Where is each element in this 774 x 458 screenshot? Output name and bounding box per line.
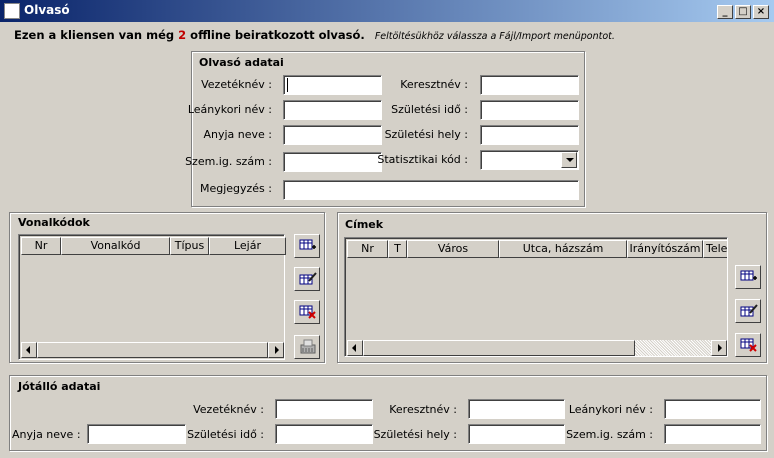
column-header-varos[interactable]: Város xyxy=(407,240,499,258)
edit-row-icon xyxy=(299,272,317,285)
vonalkod-table-body[interactable] xyxy=(21,255,284,341)
jotallo-vezeteknev-input[interactable] xyxy=(275,399,373,419)
edit-barcode-button[interactable] xyxy=(294,267,320,291)
minimize-button[interactable]: _ xyxy=(717,5,733,19)
vonalkodok-group-title: Vonalkódok xyxy=(18,216,90,229)
close-button[interactable]: × xyxy=(753,5,769,19)
szuletesi-ido-label: Születési idő : xyxy=(391,103,468,116)
jotallo-szemig-szam-label: Szem.ig. szám : xyxy=(566,428,653,441)
jotallo-szuletesi-ido-label: Születési idő : xyxy=(187,428,264,441)
jotallo-szemig-szam-input[interactable] xyxy=(664,424,761,444)
jotallo-anyja-neve-label: Anyja neve : xyxy=(12,428,81,441)
vezeteknev-input[interactable] xyxy=(283,75,382,95)
scroll-left-icon[interactable] xyxy=(347,340,363,356)
horizontal-scrollbar[interactable] xyxy=(21,342,284,358)
statisztikai-kod-label: Statisztikai kód : xyxy=(377,153,468,166)
jotallo-leanykori-nev-label: Leánykori név : xyxy=(568,403,653,416)
olvaso-group-title: Olvasó adatai xyxy=(199,56,284,69)
column-header-utca[interactable]: Utca, házszám xyxy=(499,240,627,258)
column-header-lejar[interactable]: Lejár xyxy=(209,237,286,255)
szuletesi-hely-input[interactable] xyxy=(480,125,579,145)
import-hint: Feltöltésükhöz válassza a Fájl/Import me… xyxy=(374,31,615,42)
column-header-nr[interactable]: Nr xyxy=(347,240,388,258)
maximize-button[interactable]: □ xyxy=(735,5,751,19)
offline-info: Ezen a kliensen van még 2 offline beirat… xyxy=(14,28,615,42)
jotallo-szuletesi-ido-input[interactable] xyxy=(275,424,373,444)
delete-barcode-button[interactable] xyxy=(294,300,320,324)
info-prefix: Ezen a kliensen van még xyxy=(14,28,175,42)
add-address-button[interactable] xyxy=(735,265,761,289)
print-barcode-button[interactable] xyxy=(294,335,320,359)
vonalkod-table-header: Nr Vonalkód Típus Lejár xyxy=(21,237,286,255)
keresztnev-input[interactable] xyxy=(480,75,579,95)
column-header-iranyitoszam[interactable]: Irányítószám xyxy=(627,240,703,258)
jotallo-szuletesi-hely-label: Születési hely : xyxy=(373,428,457,441)
scroll-thumb[interactable] xyxy=(363,340,635,356)
szuletesi-hely-label: Születési hely : xyxy=(384,128,468,141)
scroll-thumb[interactable] xyxy=(37,342,268,358)
szemig-szam-label: Szem.ig. szám : xyxy=(185,155,272,168)
scroll-right-icon[interactable] xyxy=(711,340,727,356)
leanykori-nev-input[interactable] xyxy=(283,100,382,120)
leanykori-nev-label: Leánykori név : xyxy=(187,103,272,116)
jotallo-szuletesi-hely-input[interactable] xyxy=(468,424,565,444)
cimek-group-title: Címek xyxy=(345,218,384,231)
anyja-neve-input[interactable] xyxy=(283,125,382,145)
megjegyzes-input[interactable] xyxy=(283,180,579,200)
jotallo-vezeteknev-label: Vezetéknév : xyxy=(193,403,264,416)
column-header-nr[interactable]: Nr xyxy=(21,237,61,255)
scroll-left-icon[interactable] xyxy=(21,342,37,358)
cimek-table[interactable]: Nr T Város Utca, házszám Irányítószám Te… xyxy=(344,237,728,357)
delete-row-icon xyxy=(299,305,316,319)
column-header-t[interactable]: T xyxy=(388,240,407,258)
megjegyzes-label: Megjegyzés : xyxy=(199,182,272,195)
app-icon xyxy=(4,3,20,19)
horizontal-scrollbar[interactable] xyxy=(347,340,727,356)
jotallo-leanykori-nev-input[interactable] xyxy=(664,399,761,419)
edit-address-button[interactable] xyxy=(735,299,761,323)
delete-row-icon xyxy=(740,338,757,352)
vonalkod-table[interactable]: Nr Vonalkód Típus Lejár xyxy=(18,234,286,360)
vezeteknev-label: Vezetéknév : xyxy=(201,78,272,91)
jotallo-anyja-neve-input[interactable] xyxy=(87,424,186,444)
window-title: Olvasó xyxy=(24,3,70,17)
edit-row-icon xyxy=(740,304,758,317)
barcode-printer-icon xyxy=(300,339,316,354)
chevron-down-icon[interactable] xyxy=(561,152,577,168)
column-header-vonalkod[interactable]: Vonalkód xyxy=(61,237,170,255)
jotallo-group-title: Jótálló adatai xyxy=(18,380,101,393)
jotallo-keresztnev-input[interactable] xyxy=(468,399,565,419)
keresztnev-label: Keresztnév : xyxy=(400,78,468,91)
cimek-table-header: Nr T Város Utca, házszám Irányítószám Te… xyxy=(347,240,727,258)
delete-address-button[interactable] xyxy=(735,333,761,357)
anyja-neve-label: Anyja neve : xyxy=(203,128,272,141)
offline-count: 2 xyxy=(178,28,187,42)
jotallo-keresztnev-label: Keresztnév : xyxy=(389,403,457,416)
add-row-icon xyxy=(299,239,316,250)
szuletesi-ido-input[interactable] xyxy=(480,100,579,120)
column-header-tipus[interactable]: Típus xyxy=(170,237,209,255)
column-header-telefon[interactable]: Tele xyxy=(703,240,727,258)
add-barcode-button[interactable] xyxy=(294,234,320,258)
scroll-right-icon[interactable] xyxy=(268,342,284,358)
info-suffix: offline beiratkozott olvasó. xyxy=(190,28,365,42)
text-caret xyxy=(287,78,288,92)
cimek-table-body[interactable] xyxy=(347,258,727,340)
title-bar: Olvasó _ □ × xyxy=(0,0,774,22)
add-row-icon xyxy=(740,270,757,281)
